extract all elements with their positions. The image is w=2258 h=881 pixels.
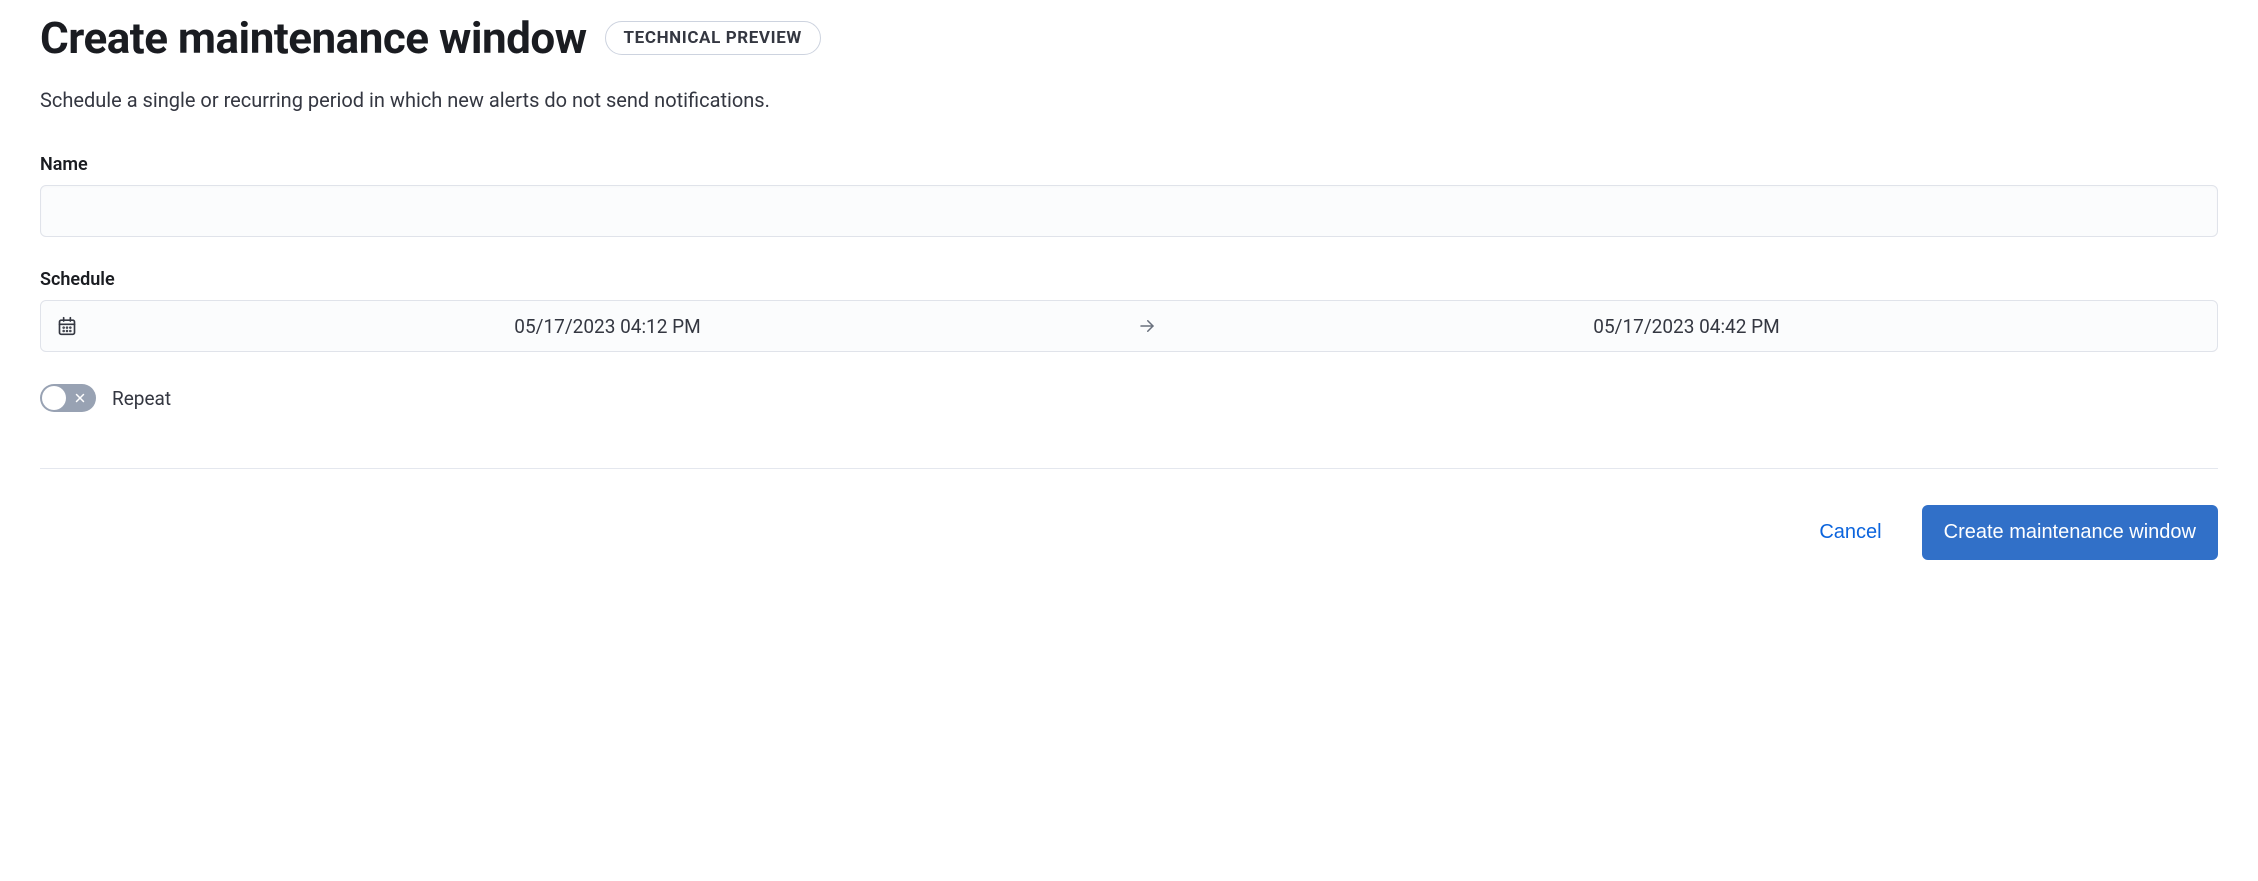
schedule-label: Schedule (40, 269, 2218, 290)
repeat-label: Repeat (112, 387, 171, 410)
repeat-toggle[interactable] (40, 384, 96, 412)
schedule-start-value: 05/17/2023 04:12 PM (93, 315, 1122, 338)
name-input[interactable] (40, 185, 2218, 237)
divider (40, 468, 2218, 469)
schedule-range-picker[interactable]: 05/17/2023 04:12 PM 05/17/2023 04:42 PM (40, 300, 2218, 352)
create-maintenance-window-button[interactable]: Create maintenance window (1922, 505, 2218, 560)
toggle-thumb (42, 386, 66, 410)
close-icon (74, 392, 86, 404)
page-subtitle: Schedule a single or recurring period in… (40, 88, 2218, 112)
page-title: Create maintenance window (40, 12, 587, 64)
technical-preview-badge: TECHNICAL PREVIEW (605, 21, 821, 55)
name-label: Name (40, 154, 2218, 175)
arrow-right-icon (1138, 317, 1156, 335)
cancel-button[interactable]: Cancel (1811, 511, 1889, 554)
calendar-icon (57, 316, 77, 336)
schedule-end-value: 05/17/2023 04:42 PM (1172, 315, 2201, 338)
